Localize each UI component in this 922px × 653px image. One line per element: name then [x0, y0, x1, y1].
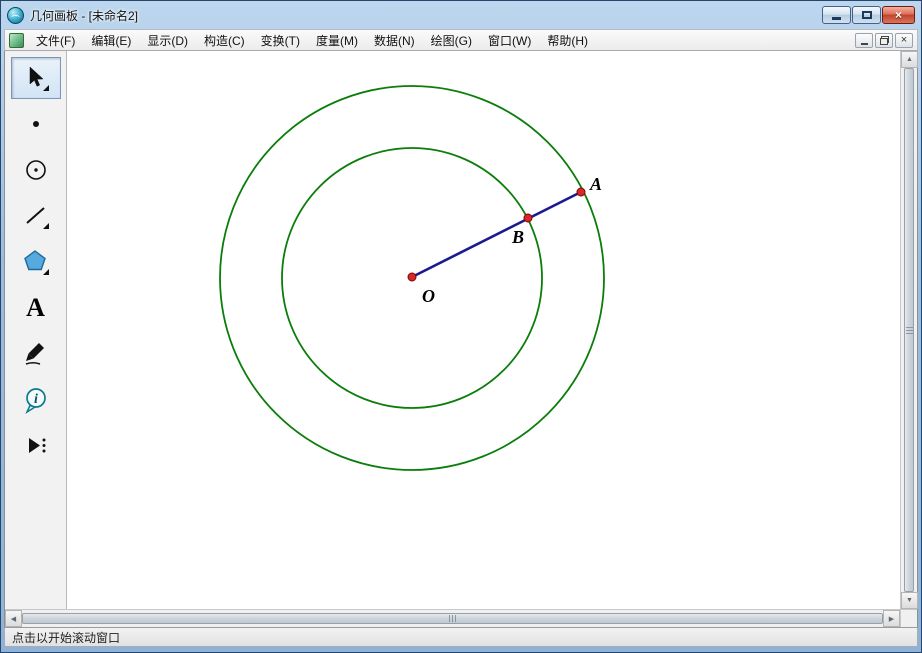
vertical-scroll-thumb[interactable] — [904, 68, 914, 592]
close-icon: × — [895, 8, 902, 22]
straightedge-tool[interactable] — [11, 195, 61, 237]
menu-item-help[interactable]: 帮助(H) — [539, 30, 596, 51]
custom-tool[interactable] — [11, 425, 61, 467]
point-A[interactable] — [577, 188, 585, 196]
scroll-up-icon: ▲ — [906, 56, 913, 63]
menu-item-construct[interactable]: 构造(C) — [196, 30, 253, 51]
polygon-icon — [22, 248, 50, 276]
information-icon: i — [22, 386, 50, 414]
minimize-icon — [832, 17, 841, 20]
menu-item-transform[interactable]: 变换(T) — [253, 30, 308, 51]
marker-icon — [22, 340, 50, 368]
status-text: 点击以开始滚动窗口 — [12, 629, 120, 646]
sketch-figure: O B A — [67, 51, 900, 609]
mdi-close-icon: × — [901, 35, 907, 46]
maximize-icon — [862, 11, 872, 19]
scroll-down-icon: ▼ — [906, 597, 913, 604]
maximize-button[interactable] — [852, 6, 881, 24]
text-tool-icon: A — [26, 295, 45, 321]
mdi-minimize-button[interactable] — [855, 33, 873, 48]
window-title: 几何画板 - [未命名2] — [30, 7, 138, 24]
vertical-scroll-track[interactable] — [901, 68, 917, 592]
scroll-down-button[interactable]: ▼ — [901, 592, 918, 609]
toolbox: A i — [5, 51, 67, 609]
client-area: A i — [4, 51, 918, 627]
point-tool[interactable] — [11, 103, 61, 145]
mdi-close-button[interactable]: × — [895, 33, 913, 48]
scrollbar-grip — [449, 615, 457, 622]
scroll-up-button[interactable]: ▲ — [901, 51, 918, 68]
menu-item-file[interactable]: 文件(F) — [28, 30, 83, 51]
mdi-window-controls: × — [855, 33, 913, 48]
marker-tool[interactable] — [11, 333, 61, 375]
scroll-left-icon: ◀ — [11, 615, 16, 623]
polygon-tool[interactable] — [11, 241, 61, 283]
segment-OA[interactable] — [412, 192, 581, 277]
compass-tool[interactable] — [11, 149, 61, 191]
mdi-restore-icon — [880, 36, 889, 45]
selection-arrow-tool[interactable] — [11, 57, 61, 99]
horizontal-scroll-track[interactable] — [22, 610, 883, 627]
svg-text:i: i — [34, 392, 38, 407]
menu-item-display[interactable]: 显示(D) — [139, 30, 196, 51]
menu-item-data[interactable]: 数据(N) — [366, 30, 423, 51]
point-B[interactable] — [524, 214, 532, 222]
menu-item-measure[interactable]: 度量(M) — [308, 30, 366, 51]
title-bar[interactable]: 几何画板 - [未命名2] × — [1, 1, 921, 29]
mdi-restore-button[interactable] — [875, 33, 893, 48]
horizontal-scroll-thumb[interactable] — [22, 613, 883, 624]
app-window: 几何画板 - [未命名2] × 文件(F) 编辑(E) 显示(D) 构造(C) … — [0, 0, 922, 653]
menu-item-window[interactable]: 窗口(W) — [480, 30, 539, 51]
custom-tool-icon — [22, 432, 50, 460]
sketch-canvas[interactable]: O B A — [67, 51, 900, 609]
text-tool[interactable]: A — [11, 287, 61, 329]
scroll-right-button[interactable]: ▶ — [883, 610, 900, 627]
scrollbar-grip — [906, 326, 913, 334]
straightedge-icon — [22, 202, 50, 230]
label-B[interactable]: B — [511, 227, 524, 247]
menu-item-graph[interactable]: 绘图(G) — [423, 30, 480, 51]
window-controls: × — [822, 6, 915, 24]
selection-arrow-icon — [22, 64, 50, 92]
menu-item-edit[interactable]: 编辑(E) — [83, 30, 139, 51]
app-icon — [7, 7, 24, 24]
close-button[interactable]: × — [882, 6, 915, 24]
information-tool[interactable]: i — [11, 379, 61, 421]
scroll-left-button[interactable]: ◀ — [5, 610, 22, 627]
menu-bar: 文件(F) 编辑(E) 显示(D) 构造(C) 变换(T) 度量(M) 数据(N… — [4, 29, 918, 51]
status-bar: 点击以开始滚动窗口 — [4, 627, 918, 647]
document-icon[interactable] — [9, 33, 24, 48]
horizontal-scrollbar[interactable]: ◀ ▶ — [5, 609, 900, 627]
label-A[interactable]: A — [589, 174, 602, 194]
minimize-button[interactable] — [822, 6, 851, 24]
horizontal-scrollbar-row: ◀ ▶ — [5, 609, 917, 627]
point-icon — [22, 110, 50, 138]
scrollbar-corner — [900, 609, 917, 627]
compass-circle-icon — [22, 156, 50, 184]
mdi-minimize-icon — [861, 43, 868, 45]
point-O[interactable] — [408, 273, 416, 281]
vertical-scrollbar[interactable]: ▲ ▼ — [900, 51, 917, 609]
scroll-right-icon: ▶ — [889, 615, 894, 623]
label-O[interactable]: O — [422, 286, 435, 306]
